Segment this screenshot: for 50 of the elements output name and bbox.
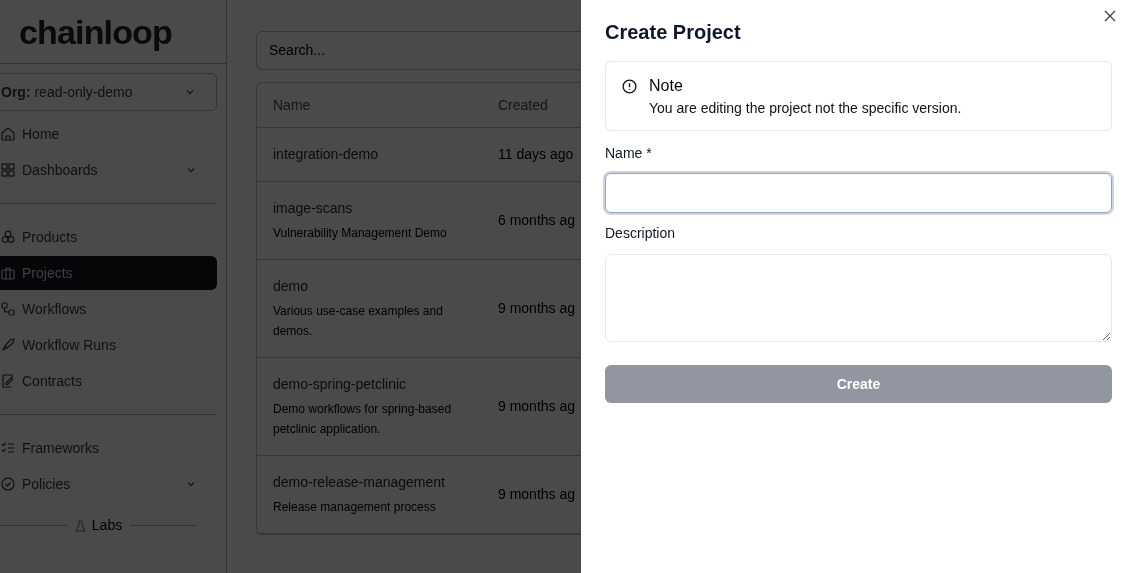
flask-icon	[74, 519, 86, 532]
project-description: Vulnerability Management Demo	[273, 225, 448, 242]
nav-icon	[0, 440, 16, 456]
org-label: Org:	[1, 83, 31, 100]
project-name: demo-spring-petclinic	[273, 375, 408, 394]
created-date: 9 months ag	[498, 299, 576, 318]
org-name: read-only-demo	[34, 83, 133, 100]
project-description: Demo workflows for spring-based petclinic application.	[273, 401, 453, 438]
nav-icon	[0, 476, 16, 492]
name-field[interactable]	[605, 173, 1112, 213]
labs-section: Labs	[74, 515, 123, 536]
nav-item[interactable]: Policies	[0, 467, 217, 501]
nav-icon	[0, 337, 16, 353]
nav-item[interactable]: Dashboards	[0, 153, 217, 187]
drawer-title: Create Project	[605, 20, 742, 45]
logo: chainloop	[19, 14, 172, 49]
note-title: Note	[649, 77, 684, 95]
info-icon	[622, 79, 637, 94]
nav-item[interactable]: Frameworks	[0, 431, 217, 465]
created-date: 9 months ag	[498, 485, 576, 504]
created-date: 11 days ago	[498, 145, 574, 164]
project-name: demo-release-management	[273, 473, 446, 492]
nav-item[interactable]: Workflow Runs	[0, 328, 217, 362]
nav-item[interactable]: Workflows	[0, 292, 217, 326]
project-description: Release management process	[273, 499, 437, 516]
created-date: 9 months ag	[498, 397, 576, 416]
project-description: Various use-case examples and demos.	[273, 303, 444, 340]
description-field[interactable]	[605, 254, 1112, 342]
created-date: 6 months ag	[498, 211, 576, 230]
close-icon	[1104, 10, 1116, 22]
note-text: You are editing the project not the specific version.	[649, 99, 962, 118]
org-selector[interactable]: Org: read-only-demo	[0, 73, 217, 111]
nav-icon	[0, 373, 16, 389]
close-button[interactable]	[1103, 9, 1117, 23]
nav-item[interactable]: Products	[0, 220, 217, 254]
project-name: image-scans	[273, 199, 354, 218]
project-name: integration-demo	[273, 145, 380, 164]
nav-icon	[0, 229, 16, 245]
nav-item[interactable]: Home	[0, 117, 217, 151]
nav-icon	[0, 126, 16, 142]
field-label: Description	[605, 224, 677, 243]
nav-icon	[0, 162, 16, 178]
nav-icon	[0, 301, 16, 317]
search-field[interactable]: Search...	[256, 31, 581, 70]
nav-item[interactable]: Contracts	[0, 364, 217, 398]
field-label: Name *	[605, 144, 653, 163]
project-name: demo	[273, 277, 310, 296]
nav-icon	[0, 265, 16, 281]
search-input: Search...	[269, 40, 581, 61]
nav-item[interactable]: Projects	[0, 256, 217, 290]
